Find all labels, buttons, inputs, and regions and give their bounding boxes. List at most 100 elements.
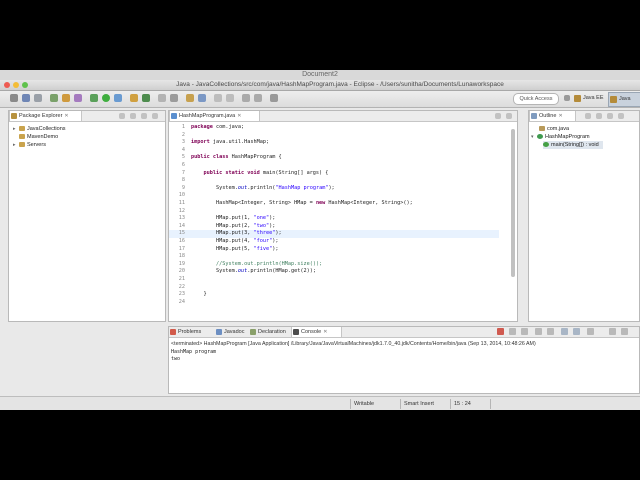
code-text[interactable]: HMap.put(5, "five"); xyxy=(191,246,278,254)
annotation-icon[interactable] xyxy=(186,94,194,102)
code-text[interactable]: HMap.put(4, "four"); xyxy=(191,238,278,246)
new-java-package-icon[interactable] xyxy=(130,94,138,102)
code-text[interactable]: public class HashMapProgram { xyxy=(191,154,282,162)
run-icon[interactable] xyxy=(102,94,110,102)
code-area[interactable]: 1 package com.java; 2 3 import java.util.Has… xyxy=(169,124,507,320)
code-text[interactable]: HMap.put(2, "two"); xyxy=(191,223,275,231)
next-annotation-icon[interactable] xyxy=(226,94,234,102)
editor-scrollbar[interactable] xyxy=(511,129,515,277)
last-edit-icon[interactable] xyxy=(270,94,278,102)
hide-static-icon[interactable] xyxy=(607,113,613,119)
close-icon[interactable]: ✕ xyxy=(323,329,327,335)
close-icon[interactable]: ✕ xyxy=(558,113,562,119)
line-number: 16 xyxy=(178,238,185,244)
minimize-window-button[interactable] xyxy=(13,82,19,88)
terminate-icon[interactable] xyxy=(497,328,504,335)
line-number: 13 xyxy=(178,215,185,222)
maximize-icon[interactable] xyxy=(506,113,512,119)
code-text[interactable]: HMap.put(3, "three"); xyxy=(191,230,282,238)
collapse-all-icon[interactable] xyxy=(119,113,125,119)
line-number: 1 xyxy=(181,124,185,130)
view-menu-icon[interactable] xyxy=(618,113,624,119)
line-number: 17 xyxy=(178,245,185,252)
remove-all-icon[interactable] xyxy=(521,328,528,335)
project-folder-icon xyxy=(19,134,25,140)
debug-icon[interactable] xyxy=(50,94,58,102)
open-console-icon[interactable] xyxy=(587,328,594,335)
hide-fields-icon[interactable] xyxy=(596,113,602,119)
code-text[interactable]: System.out.println(HMap.get(2)); xyxy=(191,268,316,276)
display-console-icon[interactable] xyxy=(573,328,580,335)
tab-label: Package Explorer xyxy=(19,113,63,119)
java-perspective-icon xyxy=(610,96,617,103)
perspective-java[interactable]: Java xyxy=(608,92,640,107)
code-text[interactable]: package com.java; xyxy=(191,124,244,132)
close-icon[interactable]: ✕ xyxy=(237,113,241,119)
tab-hashmapprogram-java[interactable]: HashMapProgram.java ✕ xyxy=(169,111,260,121)
tab-outline[interactable]: Outline ✕ xyxy=(529,111,576,121)
open-perspective-icon[interactable] xyxy=(564,95,570,101)
search-icon[interactable] xyxy=(170,94,178,102)
server-icon[interactable] xyxy=(62,94,70,102)
gear-icon[interactable] xyxy=(74,94,82,102)
tab-label: Declaration xyxy=(258,329,286,335)
outline-item-label: HashMapProgram xyxy=(545,134,590,140)
code-text[interactable]: System.out.println("HashMap program"); xyxy=(191,185,335,193)
tree-item-javacollections[interactable]: ▸ JavaCollections xyxy=(13,125,66,133)
back-icon[interactable] xyxy=(242,94,250,102)
view-menu-icon[interactable] xyxy=(141,113,147,119)
open-type-icon[interactable] xyxy=(158,94,166,102)
scroll-lock-icon[interactable] xyxy=(547,328,554,335)
coverage-icon[interactable] xyxy=(114,94,122,102)
tree-item-mavendemo[interactable]: MavenDemo xyxy=(19,133,58,141)
zoom-window-button[interactable] xyxy=(22,82,28,88)
status-insert-mode: Smart Insert xyxy=(404,401,434,407)
tree-item-servers[interactable]: ▸ Servers xyxy=(13,141,46,149)
new-java-class-icon[interactable] xyxy=(142,94,150,102)
code-text[interactable]: } xyxy=(191,291,206,299)
link-with-editor-icon[interactable] xyxy=(130,113,136,119)
document-title: Document2 xyxy=(0,70,640,80)
outline-item-main-method[interactable]: main(String[]) : void xyxy=(543,141,603,149)
outline-panel: Outline ✕ com.java ▾ HashMapProgram main(S… xyxy=(528,110,640,322)
outline-item-class[interactable]: ▾ HashMapProgram xyxy=(531,133,590,141)
code-line[interactable]: 15 HMap.put(3, "three"); xyxy=(169,230,499,238)
debug-run-icon[interactable] xyxy=(90,94,98,102)
line-number: 12 xyxy=(178,207,185,214)
prev-annotation-icon[interactable] xyxy=(214,94,222,102)
tab-label: Console xyxy=(301,329,322,335)
minimize-icon[interactable] xyxy=(152,113,158,119)
toggle-mark-icon[interactable] xyxy=(198,94,206,102)
code-text[interactable]: import java.util.HashMap; xyxy=(191,139,269,147)
quick-access-input[interactable]: Quick Access xyxy=(513,93,559,105)
save-icon[interactable] xyxy=(22,94,30,102)
tab-label: HashMapProgram.java xyxy=(179,113,236,119)
minimize-icon[interactable] xyxy=(609,328,616,335)
tab-package-explorer[interactable]: Package Explorer ✕ xyxy=(9,111,82,121)
outline-tabbar: Outline ✕ xyxy=(529,111,639,122)
tab-console[interactable]: Console ✕ xyxy=(291,327,342,337)
declaration-icon xyxy=(250,329,256,335)
pin-console-icon[interactable] xyxy=(561,328,568,335)
close-window-button[interactable] xyxy=(4,82,10,88)
forward-icon[interactable] xyxy=(254,94,262,102)
code-text[interactable]: HMap.put(1, "one"); xyxy=(191,215,275,223)
close-icon[interactable]: ✕ xyxy=(64,113,68,119)
perspective-java-ee[interactable]: Java EE xyxy=(573,92,613,105)
clear-console-icon[interactable] xyxy=(535,328,542,335)
outline-item-package[interactable]: com.java xyxy=(539,125,569,133)
remove-launch-icon[interactable] xyxy=(509,328,516,335)
maximize-icon[interactable] xyxy=(621,328,628,335)
status-cursor-position: 15 : 24 xyxy=(454,401,471,407)
code-text[interactable]: HashMap<Integer, String> HMap = new Hash… xyxy=(191,200,413,208)
tab-problems[interactable]: Problems xyxy=(169,327,216,337)
print-icon[interactable] xyxy=(34,94,42,102)
status-separator xyxy=(450,399,451,409)
sort-icon[interactable] xyxy=(585,113,591,119)
editor-scroll-thumb[interactable] xyxy=(511,129,515,277)
code-text[interactable]: public static void main(String[] args) { xyxy=(191,170,329,178)
line-number: 7 xyxy=(181,169,185,176)
minimize-icon[interactable] xyxy=(495,113,501,119)
code-text[interactable]: //System.out.println(HMap.size()); xyxy=(191,261,322,269)
new-icon[interactable] xyxy=(10,94,18,102)
